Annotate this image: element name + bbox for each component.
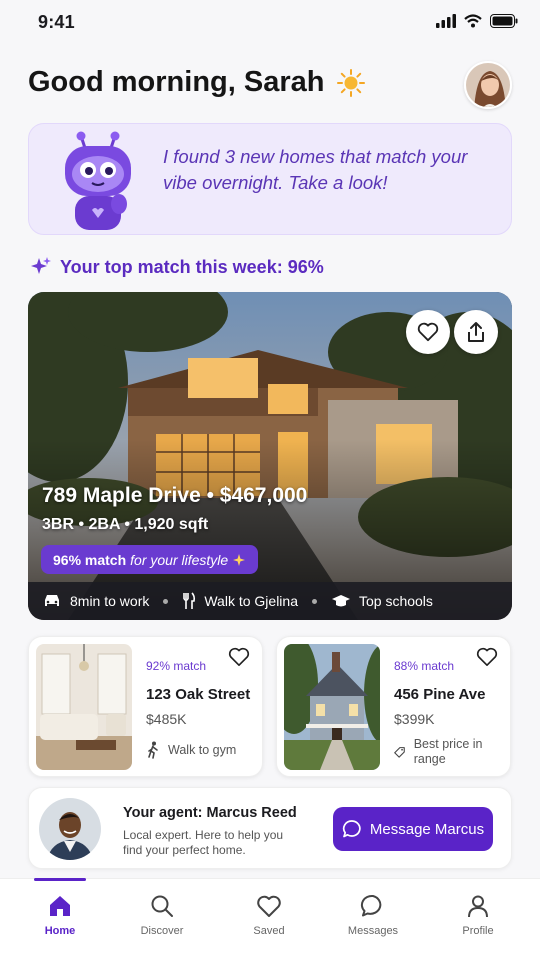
listing-price: $485K bbox=[146, 711, 187, 727]
listing-price: $399K bbox=[394, 711, 435, 727]
tab-profile[interactable]: Profile bbox=[433, 893, 523, 937]
sparkle-icon bbox=[31, 257, 51, 274]
greeting-heading: Good morning, Sarah bbox=[28, 66, 365, 99]
tab-messages[interactable]: Messages bbox=[328, 893, 418, 937]
match-badge-rest: for your lifestyle bbox=[130, 551, 229, 568]
walking-icon bbox=[148, 741, 158, 759]
perk-commute: 8min to work bbox=[42, 593, 149, 609]
perk-restaurant: Walk to Gjelina bbox=[182, 592, 298, 610]
fork-knife-icon bbox=[183, 592, 196, 609]
perk-commute-text: 8min to work bbox=[70, 593, 150, 609]
signal-icon bbox=[436, 14, 456, 28]
perk-schools: Top schools bbox=[331, 593, 433, 609]
bottom-tab-bar: Home Discover Saved Messages Profile bbox=[0, 878, 540, 960]
status-icons bbox=[436, 14, 518, 28]
message-agent-button[interactable]: Message Marcus bbox=[333, 807, 493, 851]
heart-icon bbox=[257, 895, 281, 917]
sun-icon bbox=[336, 69, 365, 98]
share-featured-button[interactable] bbox=[454, 310, 498, 354]
heart-outline-icon bbox=[228, 647, 250, 666]
heart-outline-icon bbox=[417, 322, 439, 342]
top-match-text: Your top match this week: 96% bbox=[60, 256, 324, 277]
assistant-message: I found 3 new homes that match your vibe… bbox=[163, 146, 468, 193]
sparkle-icon bbox=[233, 553, 246, 566]
listing-perk: Walk to gym bbox=[146, 741, 236, 759]
user-avatar[interactable] bbox=[464, 61, 512, 109]
featured-details: 3BR • 2BA • 1,920 sqft bbox=[42, 516, 209, 533]
top-match-heading: Your top match this week: 96% bbox=[30, 256, 324, 278]
robot-mascot-icon bbox=[65, 131, 131, 230]
listing-photo-interior bbox=[36, 644, 132, 770]
active-tab-indicator bbox=[34, 878, 86, 881]
save-listing-button[interactable] bbox=[228, 647, 250, 672]
perk-schools-text: Top schools bbox=[358, 593, 433, 609]
car-icon bbox=[45, 595, 59, 606]
tab-label: Messages bbox=[347, 925, 399, 937]
listing-perk: Best price in range bbox=[394, 737, 490, 767]
heart-outline-icon bbox=[476, 647, 498, 666]
message-agent-label: Message Marcus bbox=[369, 820, 485, 838]
status-bar: 9:41 bbox=[0, 0, 540, 48]
wifi-icon bbox=[464, 14, 482, 28]
featured-match-badge: 96% match for your lifestyle bbox=[41, 545, 259, 574]
tab-discover[interactable]: Discover bbox=[117, 893, 207, 937]
listing-perk-text: Best price in range bbox=[413, 737, 483, 766]
listing-card[interactable]: 88% match 456 Pine Ave $399K Best price … bbox=[276, 636, 511, 777]
assistant-card[interactable]: I found 3 new homes that match your vibe… bbox=[28, 123, 512, 235]
price-tag-icon bbox=[394, 747, 405, 758]
greeting-text: Good morning, Sarah bbox=[28, 66, 325, 98]
divider-dot bbox=[163, 598, 169, 604]
tab-label: Profile bbox=[462, 925, 494, 937]
tab-home[interactable]: Home bbox=[15, 893, 105, 937]
perk-restaurant-text: Walk to Gjelina bbox=[204, 593, 298, 609]
tab-label: Home bbox=[44, 925, 76, 937]
chat-icon bbox=[360, 894, 382, 917]
graduation-cap-icon bbox=[331, 595, 350, 607]
tab-label: Saved bbox=[253, 925, 285, 937]
featured-perks-bar: 8min to work Walk to Gjelina Top schools bbox=[28, 582, 512, 620]
user-icon bbox=[468, 895, 488, 918]
listing-address: 456 Pine Ave bbox=[394, 686, 486, 703]
search-icon bbox=[151, 895, 173, 917]
listing-match: 88% match bbox=[394, 659, 455, 673]
save-featured-button[interactable] bbox=[406, 310, 450, 354]
greeting-row: Good morning, Sarah bbox=[28, 60, 512, 110]
listing-perk-text: Walk to gym bbox=[168, 742, 237, 757]
battery-icon bbox=[490, 14, 518, 28]
featured-title: 789 Maple Drive • $467,000 bbox=[42, 484, 308, 507]
featured-listing-card[interactable]: 789 Maple Drive • $467,000 3BR • 2BA • 1… bbox=[28, 292, 512, 620]
save-listing-button[interactable] bbox=[476, 647, 498, 672]
tab-label: Discover bbox=[140, 925, 184, 937]
chat-bubble-icon bbox=[342, 820, 361, 838]
share-icon bbox=[468, 322, 484, 342]
agent-description: Local expert. Here to help you find your… bbox=[123, 828, 284, 857]
agent-title: Your agent: Marcus Reed bbox=[123, 805, 297, 821]
status-time: 9:41 bbox=[38, 12, 75, 32]
divider-dot bbox=[311, 598, 317, 604]
listing-address: 123 Oak Street bbox=[146, 686, 251, 703]
home-icon bbox=[50, 896, 70, 916]
agent-avatar bbox=[39, 798, 101, 860]
listing-card[interactable]: 92% match 123 Oak Street $485K Walk to g… bbox=[28, 636, 263, 777]
listing-photo-exterior bbox=[284, 644, 380, 770]
tab-saved[interactable]: Saved bbox=[224, 893, 314, 937]
match-badge-strong: 96% match bbox=[53, 551, 127, 568]
listing-match: 92% match bbox=[146, 659, 207, 673]
agent-card: Your agent: Marcus Reed Local expert. He… bbox=[28, 787, 512, 869]
